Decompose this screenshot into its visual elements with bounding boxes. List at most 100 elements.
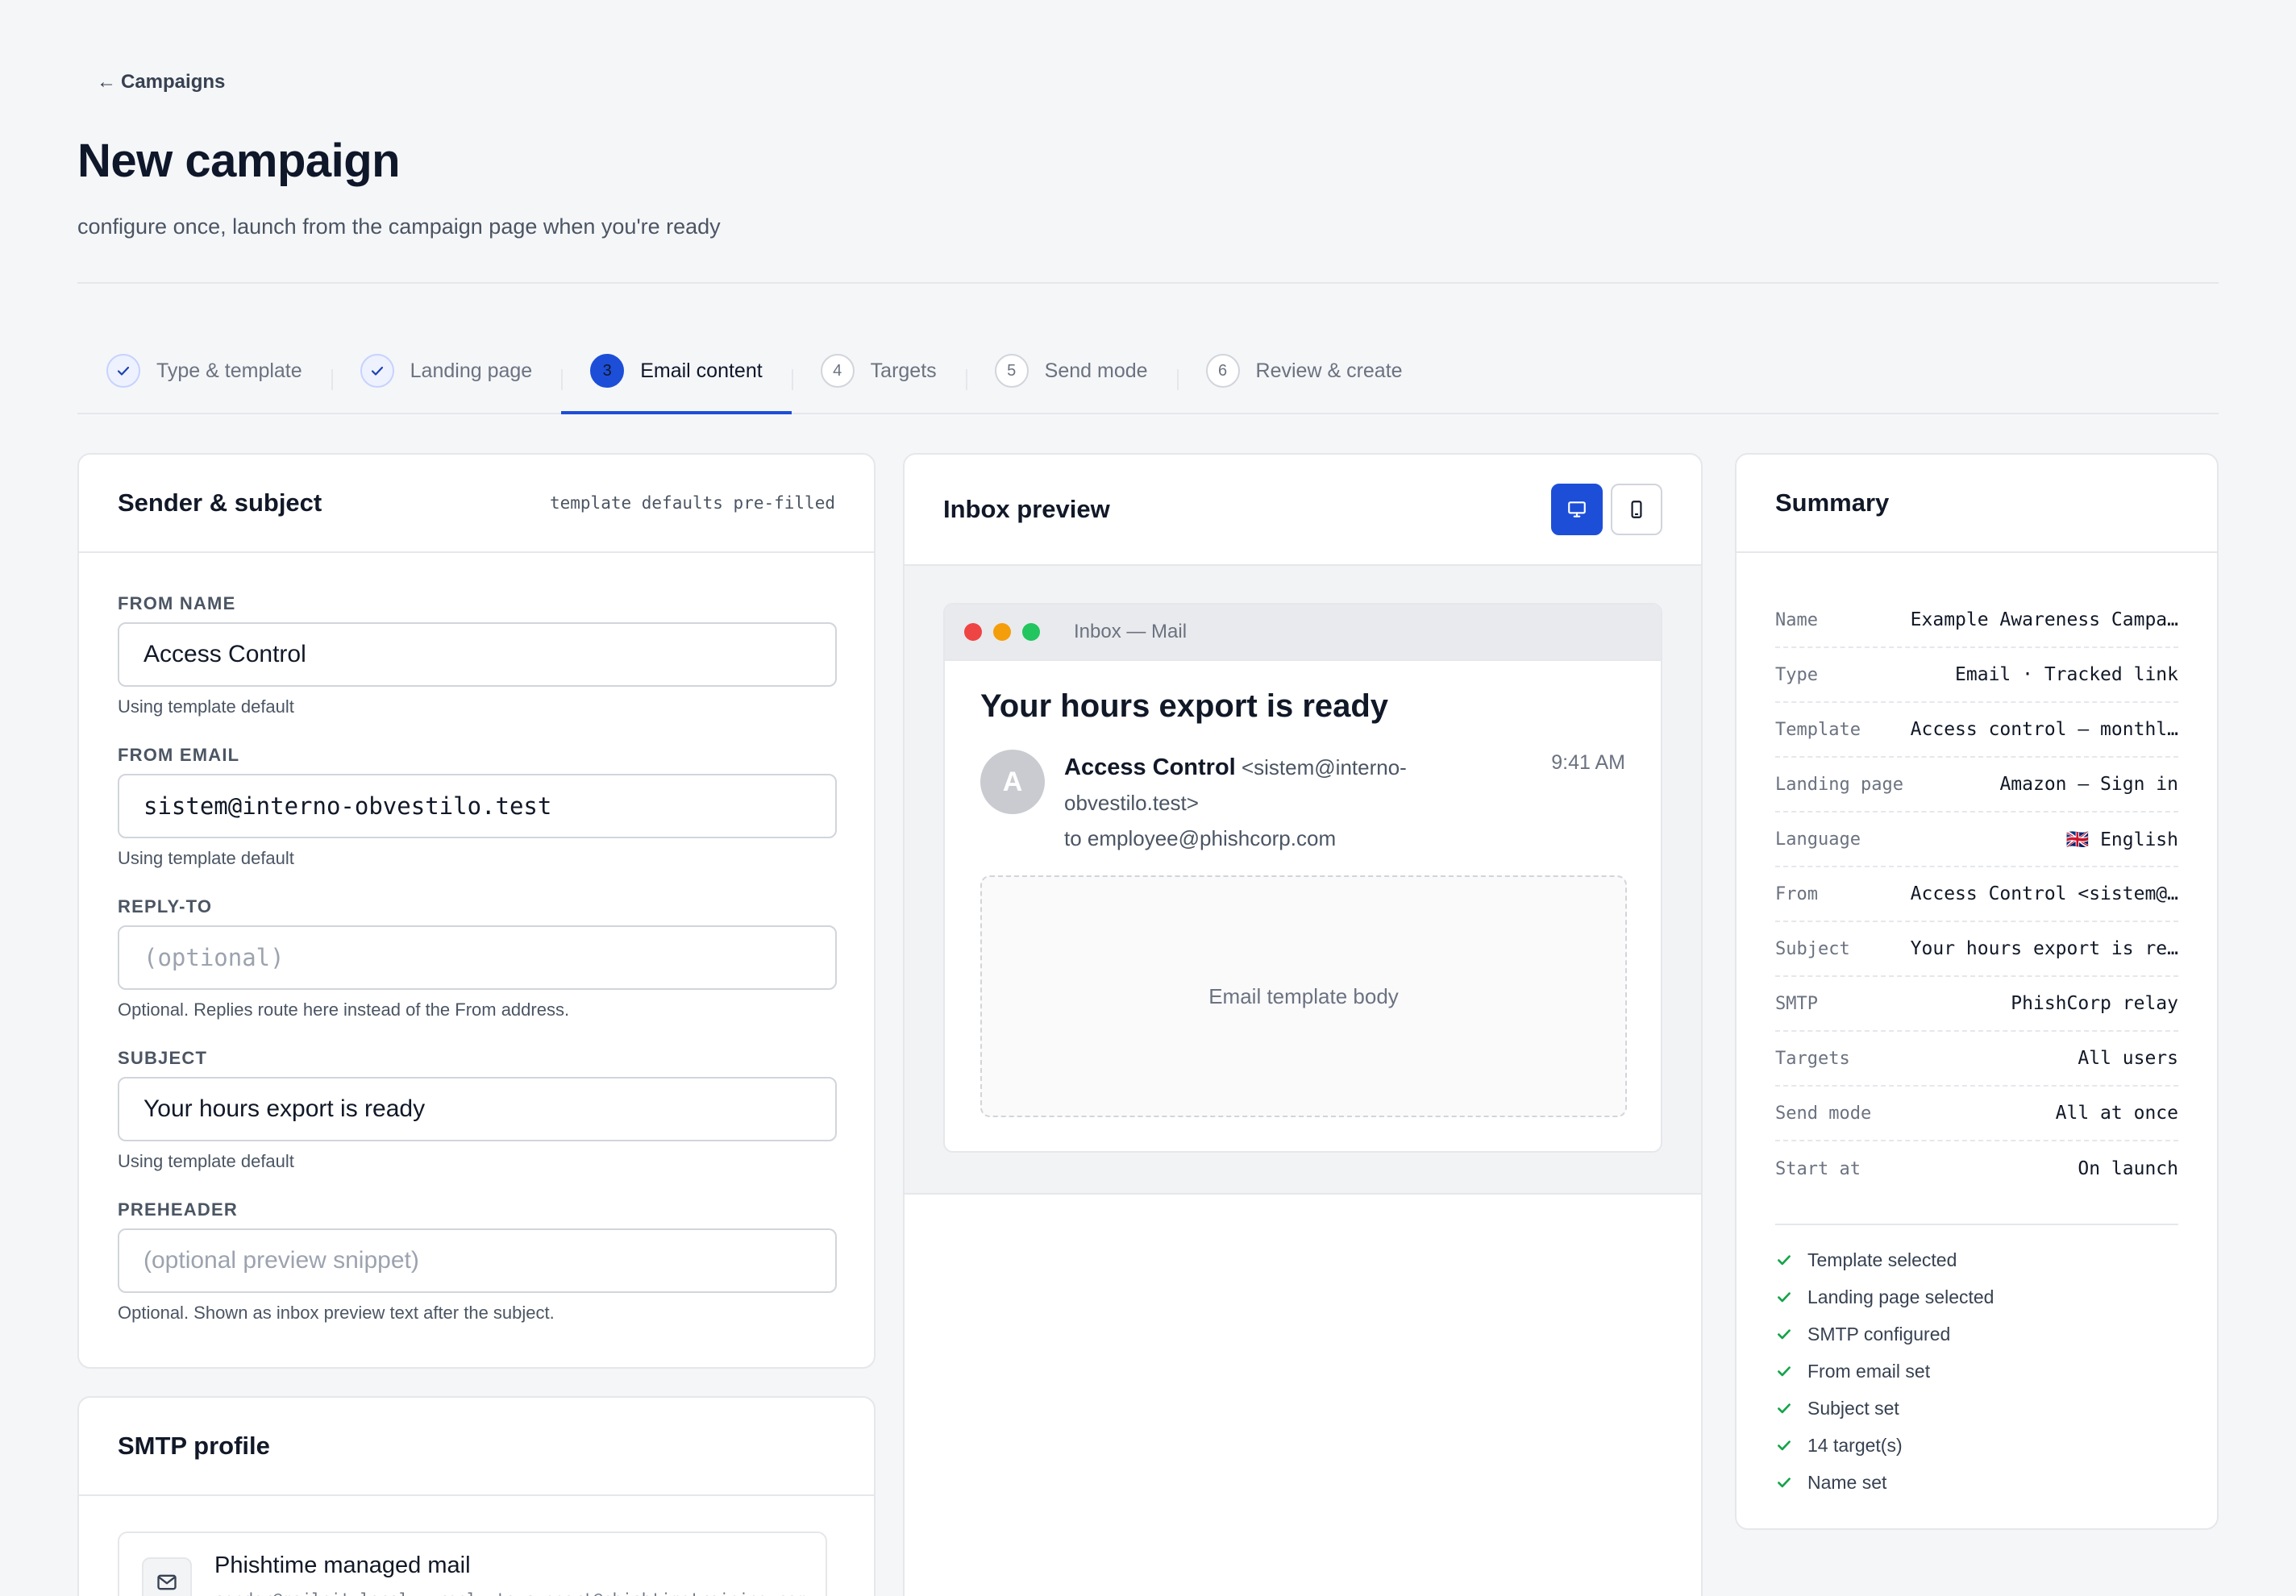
step-email-content[interactable]: 3 Email content [561, 347, 792, 414]
step-label: Type & template [156, 359, 302, 382]
check-icon [1778, 1292, 1791, 1303]
desktop-view-button[interactable] [1551, 484, 1603, 535]
sender-form: FROM NAME Access Control Using template … [79, 553, 874, 1324]
card-title: Inbox preview [943, 495, 1110, 523]
summary-value: Email · Tracked link [1955, 664, 2178, 685]
mail-time: 9:41 AM [1551, 751, 1625, 774]
summary-key: Type [1775, 664, 1818, 685]
preview-view-toggle [1551, 484, 1662, 535]
checklist-item: Template selected [1775, 1241, 2178, 1278]
summary-row: Template Access control — monthl… [1775, 703, 2178, 758]
summary-card: Summary Name Example Awareness Campa… Ty… [1735, 453, 2219, 1530]
summary-row: SMTP PhishCorp relay [1775, 977, 2178, 1032]
minimize-dot-icon [993, 623, 1011, 641]
check-icon [1778, 1403, 1791, 1414]
avatar: A [980, 750, 1045, 814]
summary-list: Name Example Awareness Campa… Type Email… [1737, 553, 2217, 1196]
step-review-create[interactable]: 6 Review & create [1176, 347, 1432, 413]
close-dot-icon [964, 623, 982, 641]
preheader-label: PREHEADER [118, 1199, 238, 1220]
checklist-label: SMTP configured [1807, 1323, 1951, 1345]
summary-row: Landing page Amazon — Sign in [1775, 758, 2178, 813]
email-body-placeholder: Email template body [980, 875, 1627, 1117]
reply-to-help: Optional. Replies route here instead of … [118, 1000, 570, 1020]
summary-value: 🇬🇧 English [2065, 829, 2178, 850]
smtp-profile-option[interactable]: Phishtime managed mail sender@mailpit.lo… [118, 1532, 827, 1596]
from-name-input[interactable]: Access Control [118, 622, 837, 687]
from-email-help: Using template default [118, 848, 294, 868]
step-label: Email content [640, 359, 763, 382]
mail-client-window: Inbox — Mail Your hours export is ready … [943, 603, 1662, 1153]
summary-value: PhishCorp relay [2011, 993, 2178, 1014]
summary-value: All at once [2055, 1103, 2178, 1124]
summary-divider [1775, 1224, 2178, 1225]
check-icon [106, 354, 140, 388]
step-targets[interactable]: 4 Targets [791, 347, 966, 413]
defaults-note: template defaults pre-filled [549, 493, 835, 513]
from-email-input[interactable]: sistem@interno-obvestilo.test [118, 774, 837, 838]
step-label: Landing page [410, 359, 533, 382]
summary-value: All users [2078, 1048, 2178, 1069]
check-icon [1778, 1440, 1791, 1451]
inbox-preview-card: Inbox preview Inbox — Mail Your hours ex… [903, 453, 1703, 1596]
summary-value: Access control — monthl… [1910, 719, 2178, 740]
summary-key: Send mode [1775, 1103, 1872, 1124]
step-label: Send mode [1044, 359, 1148, 382]
summary-key: Start at [1775, 1158, 1861, 1179]
step-number: 5 [994, 354, 1029, 388]
step-number: 6 [1205, 354, 1240, 388]
checklist-label: Name set [1807, 1471, 1887, 1493]
summary-row: Subject Your hours export is re… [1775, 922, 2178, 977]
subject-input[interactable]: Your hours export is ready [118, 1077, 837, 1141]
reply-to-input[interactable]: (optional) [118, 925, 837, 990]
mail-titlebar: Inbox — Mail [945, 605, 1661, 661]
card-title: Summary [1775, 488, 1890, 517]
header-divider [77, 282, 2219, 284]
step-label: Targets [870, 359, 937, 382]
summary-key: SMTP [1775, 993, 1818, 1014]
smtp-profile-detail: sender@mailpit.local · reply-to support@… [214, 1590, 807, 1596]
from-email-label: FROM EMAIL [118, 745, 240, 765]
step-label: Review & create [1255, 359, 1403, 382]
checklist-label: Template selected [1807, 1249, 1957, 1270]
summary-key: Landing page [1775, 774, 1903, 795]
mail-icon [142, 1557, 192, 1596]
summary-row: From Access Control <sistem@… [1775, 867, 2178, 922]
step-type-template[interactable]: Type & template [77, 347, 331, 413]
step-landing-page[interactable]: Landing page [331, 347, 562, 413]
step-send-mode[interactable]: 5 Send mode [965, 347, 1177, 413]
summary-row: Targets All users [1775, 1032, 2178, 1087]
monitor-icon [1568, 501, 1586, 517]
summary-row: Send mode All at once [1775, 1087, 2178, 1141]
checklist-item: Landing page selected [1775, 1278, 2178, 1315]
summary-key: Targets [1775, 1048, 1850, 1069]
checklist-label: Subject set [1807, 1397, 1899, 1419]
recipient: to employee@phishcorp.com [1064, 826, 1337, 850]
arrow-left-icon: ← [97, 71, 116, 93]
from-name-label: FROM NAME [118, 593, 236, 613]
summary-key: From [1775, 883, 1818, 904]
mobile-view-button[interactable] [1611, 484, 1662, 535]
summary-key: Template [1775, 719, 1861, 740]
smartphone-icon [1631, 501, 1642, 518]
wizard-stepper: Type & template Landing page 3 Email con… [77, 347, 2219, 414]
back-link-label: Campaigns [121, 71, 226, 93]
preheader-input[interactable]: (optional preview snippet) [118, 1228, 837, 1293]
sender-name: Access Control [1064, 754, 1236, 780]
check-icon [1778, 1366, 1791, 1377]
summary-row: Language 🇬🇧 English [1775, 813, 2178, 867]
summary-row: Name Example Awareness Campa… [1775, 593, 2178, 648]
checklist-item: Subject set [1775, 1390, 2178, 1427]
check-icon [1778, 1255, 1791, 1266]
page-title: New campaign [77, 135, 401, 187]
page-subtitle: configure once, launch from the campaign… [77, 214, 721, 239]
mail-window-title: Inbox — Mail [1074, 621, 1188, 642]
summary-value: On launch [2078, 1158, 2178, 1179]
preview-area: Inbox — Mail Your hours export is ready … [905, 566, 1701, 1195]
summary-value: Your hours export is re… [1910, 938, 2178, 959]
summary-key: Language [1775, 829, 1861, 850]
checklist-label: From email set [1807, 1360, 1931, 1382]
checklist-item: Name set [1775, 1464, 2178, 1501]
subject-label: SUBJECT [118, 1048, 208, 1068]
back-to-campaigns-link[interactable]: ← Campaigns [97, 71, 225, 94]
